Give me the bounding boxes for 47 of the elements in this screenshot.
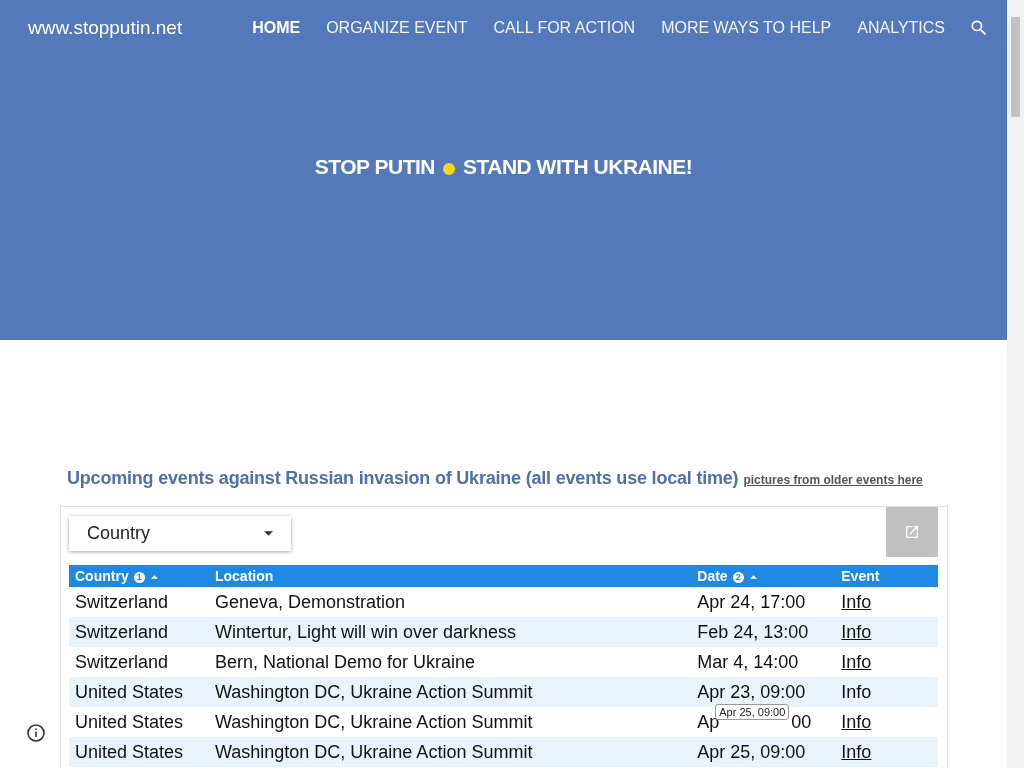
table-cell: Bern, National Demo for Ukraine [208,647,692,677]
hero-text: STOP PUTIN [314,155,435,179]
pictures-link[interactable]: pictures from older events here [743,473,923,487]
info-link[interactable]: Info [841,651,872,672]
table-cell: Switzerland [69,647,209,677]
table-cell: Geneva, Demonstration [208,587,692,617]
table-cell: Switzerland [69,587,209,617]
table-cell: United States [69,707,209,737]
table-cell: Feb 24, 13:00 [691,617,836,647]
date-text: 00 [791,711,812,732]
column-header[interactable]: Event [835,565,938,587]
sort-up-icon [749,575,757,580]
nav-link[interactable]: ANALYTICS [857,19,945,37]
country-dropdown[interactable]: Country [69,516,291,551]
nav-link[interactable]: MORE WAYS TO HELP [661,19,832,37]
caret-icon [264,531,273,536]
info-link[interactable]: Info [841,681,872,702]
column-header[interactable]: Date 2 [691,565,836,587]
table-cell: Apr 25, 09:00 [691,737,836,767]
table-cell: Washington DC, Ukraine Action Summit [208,677,692,707]
column-header[interactable]: Country 1 [69,565,209,587]
nav-link[interactable]: HOME [252,19,301,37]
table-cell: United States [69,677,209,707]
column-header[interactable]: Location [208,565,692,587]
external-link-icon [904,524,920,540]
table-cell: Mar 4, 14:00 [691,647,836,677]
section-heading: Upcoming events against Russian invasion of Ukraine (all events use local time) [67,468,739,489]
table-cell: Switzerland [69,617,209,647]
site-title[interactable]: www.stopputin.net [28,17,227,39]
table-cell: Washington DC, Ukraine Action Summit [208,707,692,737]
hero-text: STAND WITH UKRAINE! [463,155,693,179]
nav-link[interactable]: CALL FOR ACTION [493,19,636,37]
info-icon[interactable] [26,723,46,743]
nav-link[interactable]: ORGANIZE EVENT [326,19,468,37]
table-cell: Wintertur, Light will win over darkness [208,617,692,647]
table-cell: United States [69,737,209,767]
info-link[interactable]: Info [841,591,872,612]
table-cell: Apr 23, 09:00 [691,677,836,707]
table-cell: Apr 24, 17:00 [691,587,836,617]
table-cell: Washington DC, Ukraine Action Summit [208,737,692,767]
info-link[interactable]: Info [841,741,872,762]
sort-up-icon [150,575,158,580]
dot-icon [443,163,455,175]
scrollbar[interactable] [1007,0,1024,768]
info-link[interactable]: Info [841,711,872,732]
search-icon[interactable] [969,18,989,38]
info-link[interactable]: Info [841,621,872,642]
